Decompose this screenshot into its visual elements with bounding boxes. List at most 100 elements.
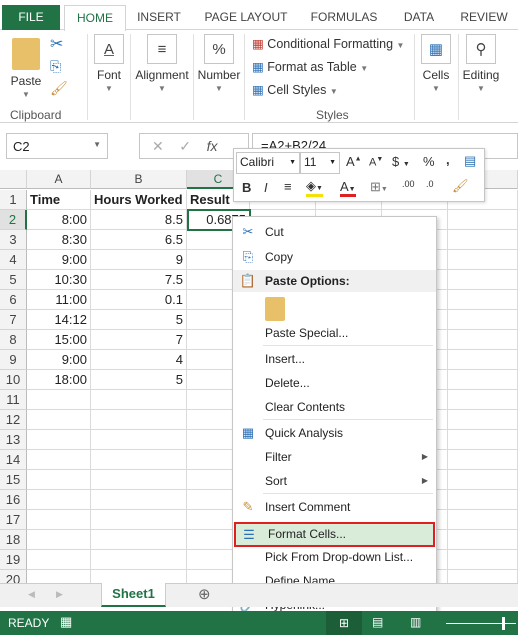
row-header[interactable]: 12	[0, 410, 27, 430]
menu-delete[interactable]: Delete...	[233, 372, 436, 394]
font-name-dropdown[interactable]: Calibri ▼	[236, 152, 300, 174]
cell[interactable]: Hours Worked	[91, 190, 187, 210]
cell[interactable]: 8.5	[91, 210, 187, 230]
add-sheet-icon[interactable]: ⊕	[198, 585, 211, 603]
row-header[interactable]: 6	[0, 290, 27, 310]
shrink-font-icon[interactable]: A▼	[369, 156, 383, 169]
currency-button[interactable]: $ ▼	[392, 154, 410, 169]
cell[interactable]	[27, 470, 91, 490]
cell[interactable]	[27, 550, 91, 570]
row-header[interactable]: 8	[0, 330, 27, 350]
menu-pick-from-list[interactable]: Pick From Drop-down List...	[233, 546, 436, 568]
row-header[interactable]: 9	[0, 350, 27, 370]
menu-quick-analysis[interactable]: ▦ Quick Analysis	[233, 422, 436, 444]
scroll-left-icon[interactable]: ◀	[28, 589, 35, 600]
row-header[interactable]: 16	[0, 490, 27, 510]
grow-font-icon[interactable]: A▲	[346, 154, 362, 169]
select-all-corner[interactable]	[0, 170, 27, 189]
cell[interactable]	[91, 390, 187, 410]
cell[interactable]	[27, 450, 91, 470]
row-header[interactable]: 1	[0, 190, 27, 210]
zoom-slider-thumb[interactable]	[502, 617, 505, 630]
menu-insert-comment[interactable]: ✎ Insert Comment	[233, 496, 436, 518]
bold-button[interactable]: B	[242, 180, 251, 195]
column-header[interactable]: A	[27, 170, 91, 189]
cell[interactable]	[448, 310, 518, 330]
cell[interactable]: 5	[91, 370, 187, 390]
row-header[interactable]: 13	[0, 430, 27, 450]
cell[interactable]	[27, 510, 91, 530]
cell[interactable]: 4	[91, 350, 187, 370]
column-header[interactable]: B	[91, 170, 187, 189]
fill-color-icon[interactable]: ◈▼	[306, 178, 323, 197]
menu-insert[interactable]: Insert...	[233, 348, 436, 370]
cell[interactable]	[91, 510, 187, 530]
tab-page-layout[interactable]: PAGE LAYOUT	[200, 5, 292, 30]
cell[interactable]: 9:00	[27, 250, 91, 270]
cell[interactable]: 18:00	[27, 370, 91, 390]
align-center-icon[interactable]: ≡	[284, 179, 292, 194]
italic-button[interactable]: I	[264, 180, 268, 195]
macro-record-icon[interactable]: ▦	[60, 614, 72, 630]
cell[interactable]	[448, 370, 518, 390]
cell[interactable]	[27, 410, 91, 430]
cell[interactable]: 10:30	[27, 270, 91, 290]
scroll-right-icon[interactable]: ▶	[56, 589, 63, 600]
cell[interactable]	[448, 330, 518, 350]
menu-paste-special[interactable]: Paste Special...	[233, 322, 436, 344]
cell[interactable]	[448, 550, 518, 570]
format-painter-icon[interactable]: 🖌	[50, 80, 68, 97]
normal-view-icon[interactable]: ⊞	[326, 611, 362, 635]
increase-decimal-button[interactable]: .00	[402, 179, 415, 189]
row-header[interactable]: 7	[0, 310, 27, 330]
cell[interactable]	[91, 550, 187, 570]
cell[interactable]	[448, 210, 518, 230]
alignment-button[interactable]: ≡ Alignment ▼	[133, 34, 191, 93]
cells-button[interactable]: ▦ Cells ▼	[418, 34, 454, 93]
row-header[interactable]: 15	[0, 470, 27, 490]
cell[interactable]: 11:00	[27, 290, 91, 310]
cell[interactable]	[91, 530, 187, 550]
zoom-slider[interactable]	[446, 623, 516, 624]
row-header[interactable]: 2	[0, 210, 27, 230]
cell[interactable]	[27, 530, 91, 550]
page-break-view-icon[interactable]: ▥	[410, 615, 421, 629]
cell[interactable]	[448, 270, 518, 290]
font-button[interactable]: A Font ▼	[92, 34, 126, 93]
percent-button[interactable]: %	[423, 154, 435, 169]
cell[interactable]: 8:00	[27, 210, 91, 230]
menu-format-cells[interactable]: ☰ Format Cells...	[234, 522, 435, 547]
tab-data[interactable]: DATA	[396, 5, 442, 30]
row-header[interactable]: 10	[0, 370, 27, 390]
cell[interactable]: 9:00	[27, 350, 91, 370]
cut-icon[interactable]: ✂	[50, 34, 63, 54]
cell[interactable]: 7.5	[91, 270, 187, 290]
borders-icon[interactable]: ⊞▼	[370, 179, 388, 195]
cell[interactable]	[448, 410, 518, 430]
tab-formulas[interactable]: FORMULAS	[306, 5, 382, 30]
paste-option-icon[interactable]	[265, 297, 285, 321]
name-box[interactable]: C2 ▼	[6, 133, 108, 159]
menu-cut[interactable]: ✂ Cut	[233, 221, 436, 243]
conditional-formatting-button[interactable]: ▦ Conditional Formatting ▼	[252, 36, 404, 51]
tab-review[interactable]: REVIEW	[456, 5, 512, 30]
row-header[interactable]: 5	[0, 270, 27, 290]
cell[interactable]: Time	[27, 190, 91, 210]
cell[interactable]	[91, 470, 187, 490]
cell[interactable]	[448, 390, 518, 410]
cell[interactable]: 6.5	[91, 230, 187, 250]
row-header[interactable]: 4	[0, 250, 27, 270]
menu-clear-contents[interactable]: Clear Contents	[233, 396, 436, 418]
cell[interactable]: 9	[91, 250, 187, 270]
font-color-button[interactable]: A▼	[340, 179, 356, 197]
cell[interactable]	[91, 490, 187, 510]
comma-button[interactable]: ,	[446, 152, 450, 167]
cell[interactable]	[91, 410, 187, 430]
row-header[interactable]: 19	[0, 550, 27, 570]
sheet-tab-sheet1[interactable]: Sheet1	[101, 583, 166, 607]
cell[interactable]	[27, 390, 91, 410]
cell[interactable]	[448, 510, 518, 530]
row-header[interactable]: 17	[0, 510, 27, 530]
cell[interactable]	[448, 450, 518, 470]
cell[interactable]: 7	[91, 330, 187, 350]
